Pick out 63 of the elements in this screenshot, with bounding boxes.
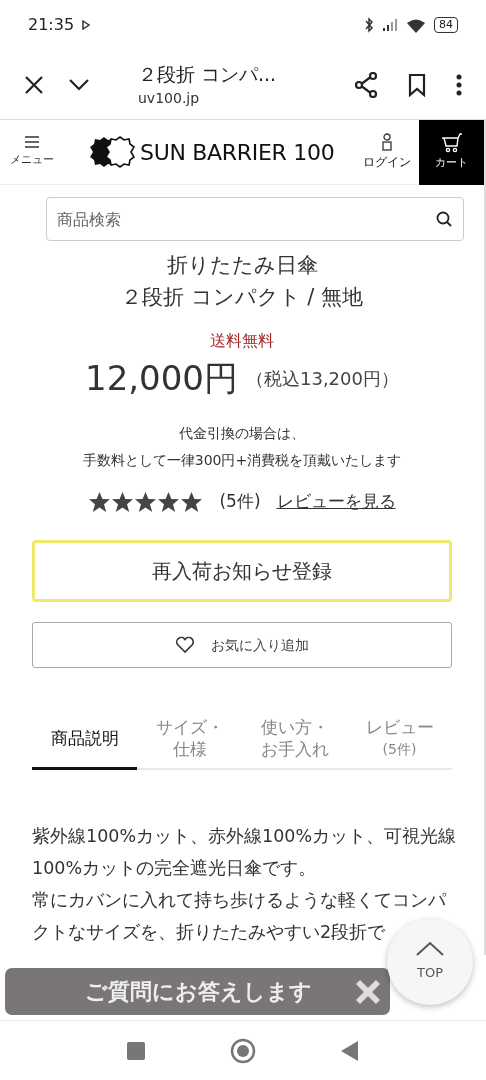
cart-icon <box>440 132 463 153</box>
star-icon <box>134 491 158 513</box>
star-icon <box>111 491 135 513</box>
review-count: (5件) <box>219 490 261 514</box>
search-icon[interactable] <box>436 211 452 227</box>
person-icon <box>382 133 392 151</box>
description-text: 100%カットの完全遮光日傘です。 <box>32 857 318 880</box>
close-icon <box>354 977 382 1006</box>
add-favorite-button[interactable]: お気に入り追加 <box>32 622 452 668</box>
note-text: 手数料として一律300円+消費税を頂戴いたします <box>82 452 402 468</box>
menu-icon <box>24 135 40 150</box>
price: 12,000円 <box>85 357 238 400</box>
page-title: ２段折 コンパ... <box>138 61 277 87</box>
share-button[interactable] <box>354 71 378 98</box>
shipping-label: 送料無料 <box>210 331 274 350</box>
review-link[interactable]: レビューを見る <box>276 489 396 515</box>
cart-button[interactable]: カート <box>419 120 484 185</box>
wifi-icon <box>406 17 426 33</box>
close-icon <box>24 74 44 95</box>
bookmark-button[interactable] <box>408 72 426 97</box>
home-button[interactable] <box>230 1037 256 1064</box>
chevron-down-icon <box>68 77 90 92</box>
description-text: 常にカバンに入れて持ち歩けるような軽くてコンパ <box>32 889 448 912</box>
back-button[interactable] <box>341 1040 359 1061</box>
product-tab[interactable]: 使い方・ お手入れ <box>242 708 347 770</box>
clock-time: 21:35 <box>28 14 75 36</box>
product-tab[interactable]: レビュー (5件) <box>347 708 452 770</box>
circle-icon <box>230 1037 256 1064</box>
product-title: 折りたたみ日傘 <box>165 252 319 279</box>
restock-notify-button[interactable]: 再入荷お知らせ登録 <box>32 540 452 602</box>
share-icon <box>354 71 378 98</box>
logo-icon <box>88 136 136 168</box>
product-tab[interactable]: サイズ・ 仕様 <box>137 708 242 770</box>
play-icon <box>82 20 91 30</box>
star-icon <box>157 491 181 513</box>
battery-indicator: 84 <box>434 17 458 33</box>
page-url: uv100.jp <box>138 89 201 109</box>
recents-button[interactable] <box>127 1041 145 1060</box>
star-icon <box>180 491 204 513</box>
close-banner-button[interactable] <box>354 977 382 1006</box>
question-banner-text: ご質問にお答えします <box>85 978 312 1006</box>
heart-icon <box>175 636 195 654</box>
signal-icon <box>382 19 398 31</box>
login-button[interactable]: ログイン <box>355 133 419 171</box>
menu-button[interactable]: メニュー <box>0 135 64 169</box>
square-icon <box>127 1041 145 1060</box>
chevron-up-icon <box>415 941 445 958</box>
star-icon <box>88 491 112 513</box>
note-text: 代金引換の場合は、 <box>179 425 305 441</box>
close-button[interactable] <box>24 74 44 95</box>
search-field[interactable]: 商品検索 <box>46 197 464 241</box>
price-with-tax: （税込13,200円） <box>246 367 399 391</box>
collapse-button[interactable] <box>68 77 90 92</box>
product-tab[interactable]: 商品説明 <box>32 708 137 770</box>
back-to-top-button[interactable]: TOP <box>387 919 473 1005</box>
more-button[interactable] <box>456 73 462 96</box>
back-triangle-icon <box>341 1040 359 1061</box>
product-title: ２段折 コンパクト / 無地 <box>119 284 365 311</box>
bluetooth-icon <box>364 17 374 33</box>
logo-text: SUN BARRIER 100 <box>140 138 335 167</box>
description-text: クトなサイズを、折りたたみやすい2段折で <box>32 921 387 944</box>
bookmark-icon <box>408 72 426 97</box>
more-icon <box>456 73 462 96</box>
